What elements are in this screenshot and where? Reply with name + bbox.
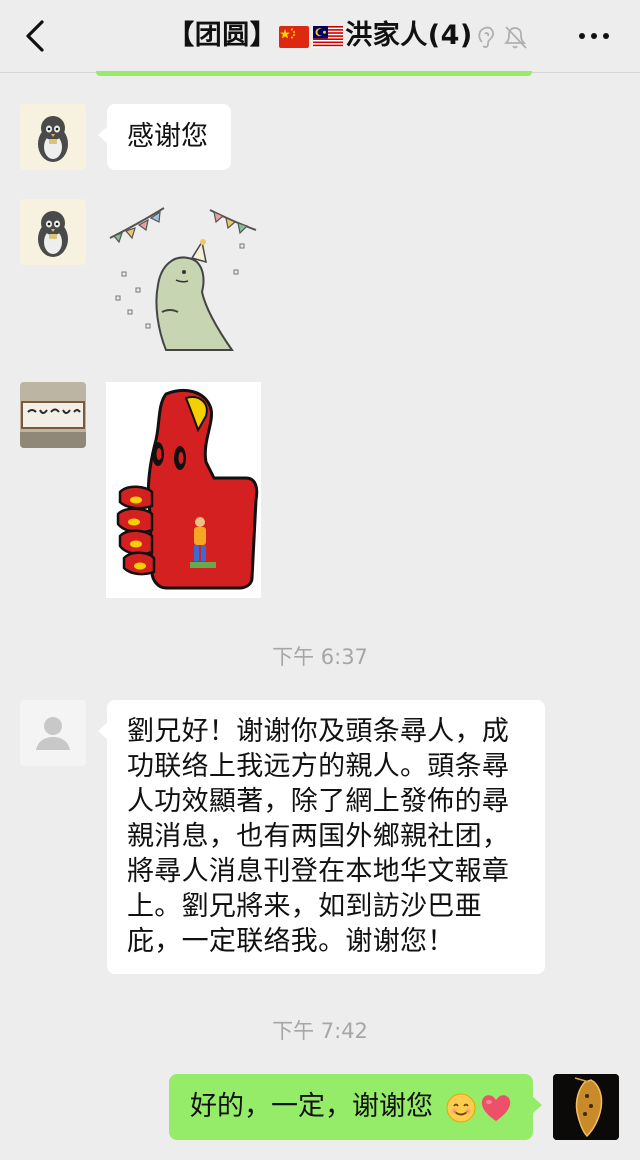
red-heart-emoji-icon <box>481 1095 511 1121</box>
partial-green-bubble <box>96 71 532 76</box>
default-user-icon <box>20 700 86 766</box>
message-text: 好的，一定，谢谢您 <box>190 1091 433 1122</box>
message-bubble[interactable]: 感谢您 <box>98 104 231 170</box>
dinosaur-party-sticker[interactable] <box>106 200 266 358</box>
timestamp: 下午 7:42 <box>272 1019 368 1043</box>
member-count: (4) <box>427 20 473 51</box>
thumbs-up-sticker[interactable] <box>106 382 261 598</box>
message-line: 親消息，也有两国外鄉親社团， <box>127 821 510 852</box>
chat-header: 【团圆】 洪家人(4) <box>0 0 640 73</box>
smiling-face-emoji-icon <box>446 1093 476 1123</box>
message-line: 劉兄好！谢谢你及頭条尋人，成 <box>127 716 510 747</box>
calligraphy-painting-icon <box>20 382 86 448</box>
penguin-icon <box>38 211 68 257</box>
message-text: 劉兄好！谢谢你及頭条尋人，成 功联络上我远方的親人。頭条尋 人功效顯著，除了網上… <box>127 714 537 959</box>
calligraphy-avatar[interactable] <box>20 382 86 448</box>
message-line: 人功效顯著，除了網上發佈的尋 <box>127 786 510 817</box>
chat-title[interactable]: 【团圆】 洪家人(4) <box>0 18 640 54</box>
china-flag-icon <box>279 26 310 48</box>
mute-status-icons <box>478 26 527 49</box>
title-prefix: 【团圆】 <box>167 20 278 51</box>
more-icon[interactable] <box>576 22 612 50</box>
malaysia-flag-icon <box>313 26 344 48</box>
message-bubble-own[interactable]: 好的，一定，谢谢您 <box>169 1074 542 1140</box>
title-name: 洪家人 <box>345 20 428 51</box>
message-text: 感谢您 <box>127 121 208 152</box>
taiwan-pendant-icon <box>553 1074 619 1140</box>
penguin-avatar[interactable] <box>20 104 86 170</box>
default-avatar[interactable] <box>20 700 86 766</box>
message-line: 功联络上我远方的親人。頭条尋 <box>127 751 510 782</box>
message-line: 庇，一定联络我。谢谢您！ <box>127 926 455 957</box>
timestamp: 下午 6:37 <box>272 645 368 669</box>
message-line: 將尋人消息刊登在本地华文報章 <box>127 856 510 887</box>
penguin-avatar[interactable] <box>20 199 86 265</box>
message-line: 上。劉兄將来，如到訪沙巴亜 <box>127 891 482 922</box>
mute-bell-icon <box>503 26 527 49</box>
penguin-icon <box>38 116 68 162</box>
message-bubble[interactable]: 劉兄好！谢谢你及頭条尋人，成 功联络上我远方的親人。頭条尋 人功效顯著，除了網上… <box>98 700 545 974</box>
ear-icon <box>478 26 494 48</box>
taiwan-pendant-avatar[interactable] <box>553 1074 619 1140</box>
